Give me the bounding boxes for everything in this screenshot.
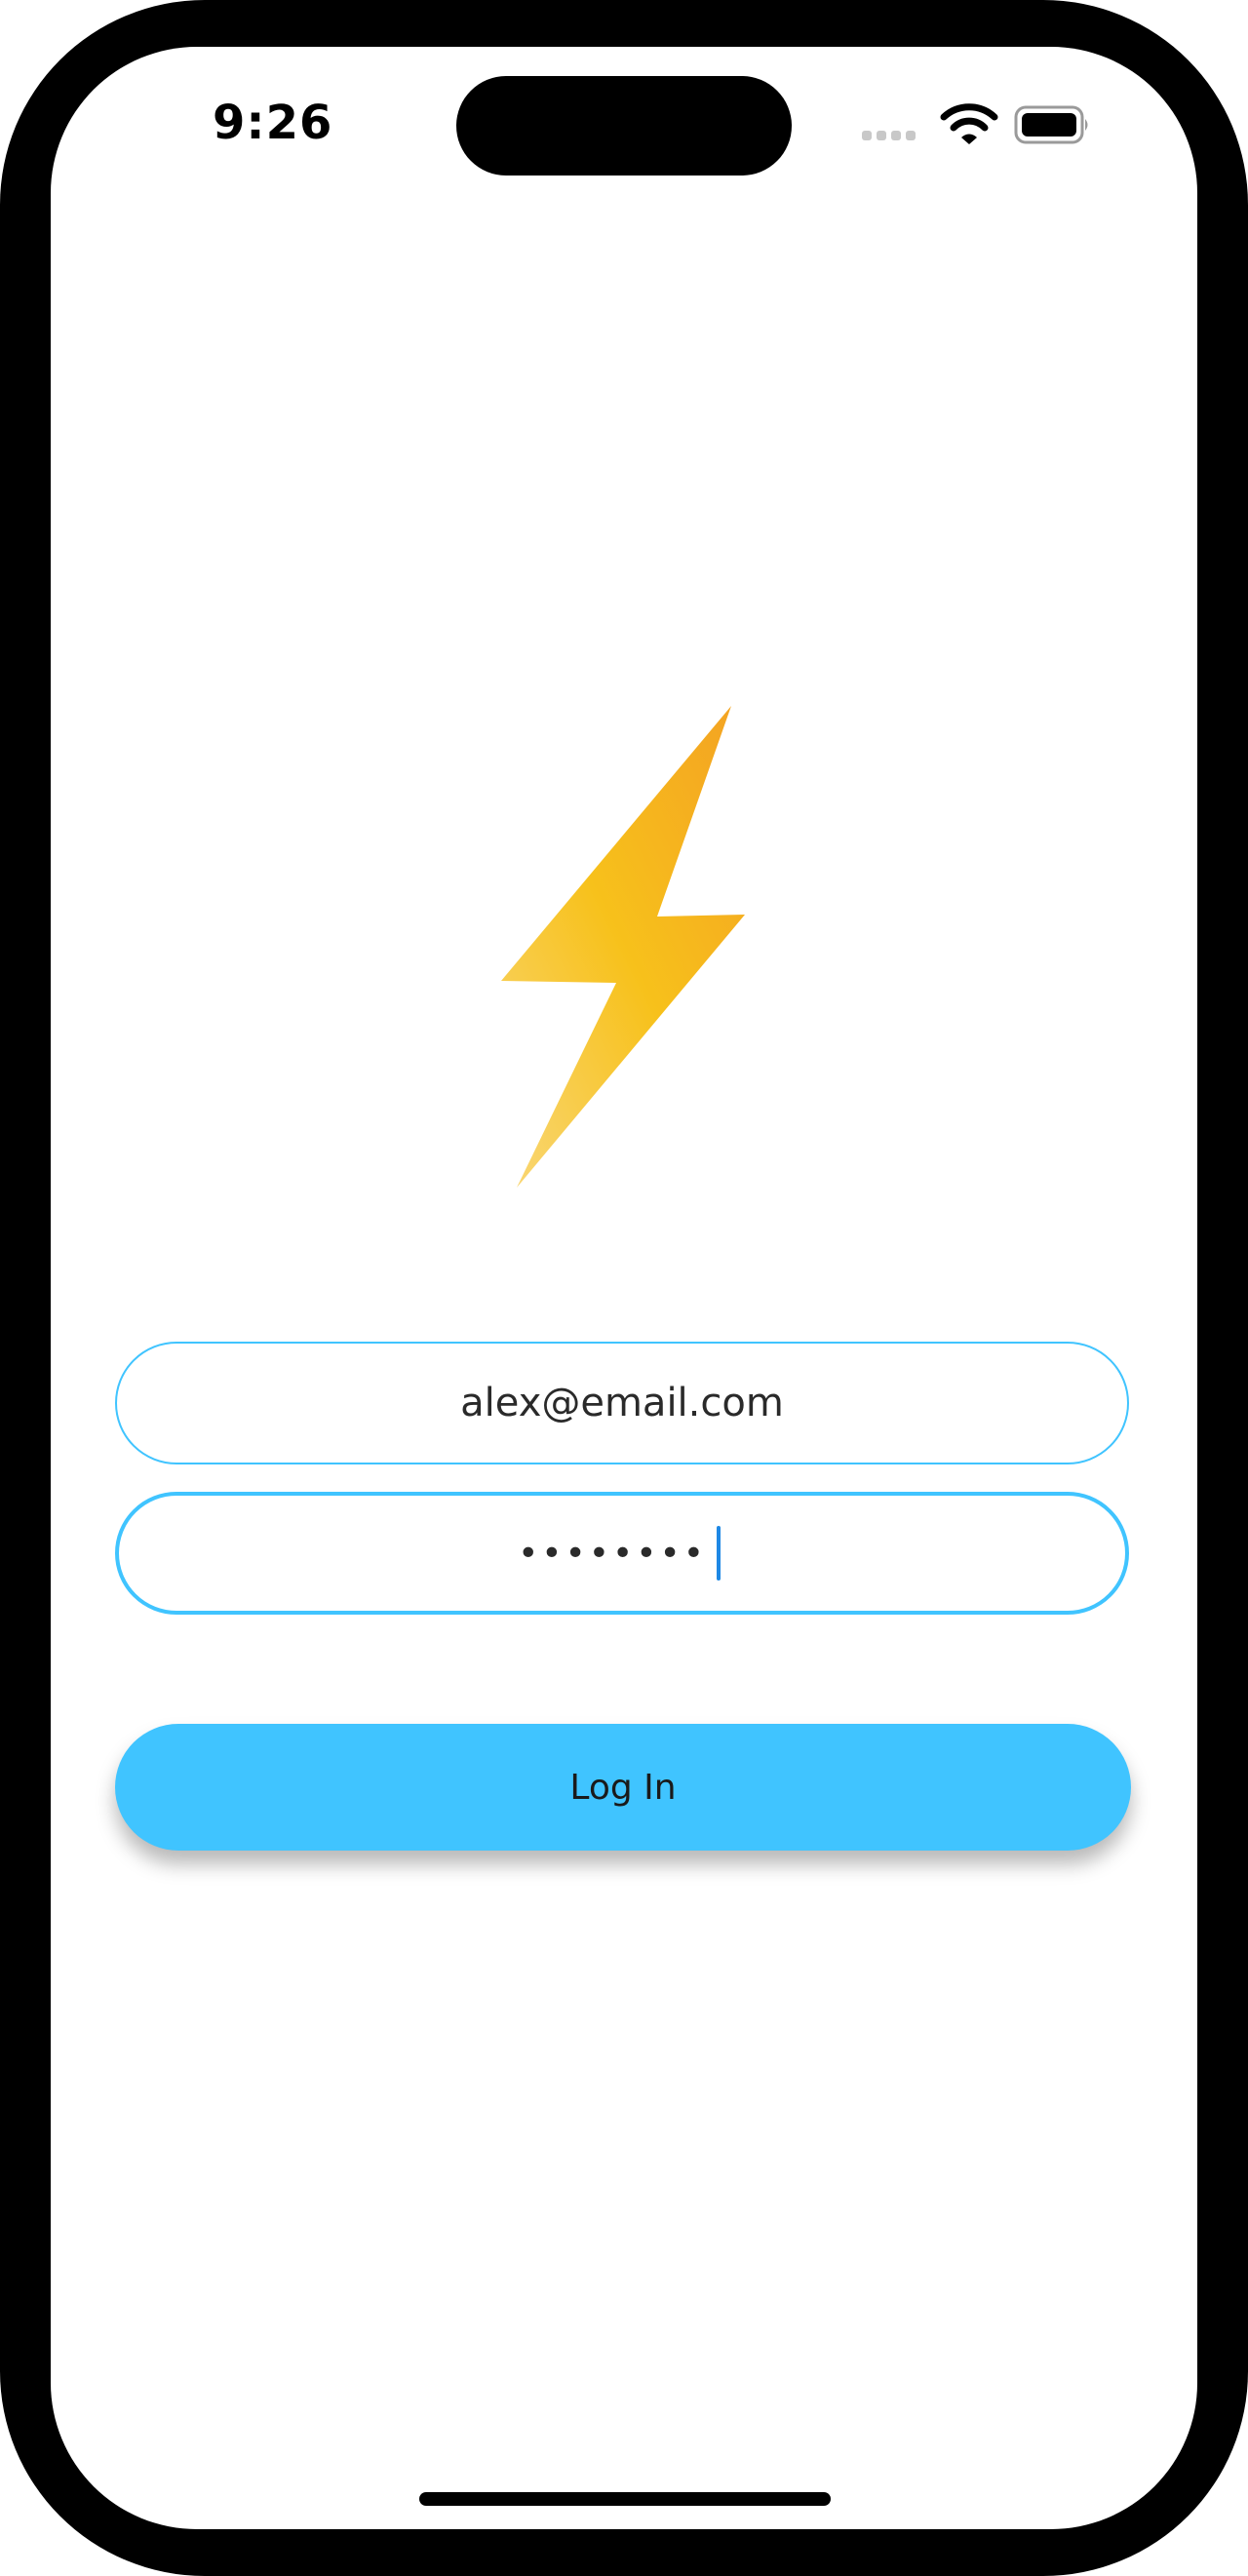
wifi-icon xyxy=(940,103,998,144)
email-field[interactable]: alex@email.com xyxy=(115,1342,1129,1464)
home-indicator[interactable] xyxy=(419,2492,831,2506)
battery-icon xyxy=(1014,105,1088,144)
cellular-signal-icon xyxy=(862,131,916,140)
text-caret xyxy=(716,1526,721,1581)
lightning-bolt-icon xyxy=(501,706,745,1188)
dynamic-island xyxy=(456,76,792,176)
status-time: 9:26 xyxy=(213,96,333,150)
password-value: •••••••• xyxy=(518,1533,707,1574)
login-button[interactable]: Log In xyxy=(115,1724,1131,1851)
password-field[interactable]: •••••••• xyxy=(115,1492,1129,1615)
screen: 9:26 alex@email.com •••••••• Log In xyxy=(51,47,1197,2529)
email-value: alex@email.com xyxy=(460,1381,784,1425)
phone-frame: 9:26 alex@email.com •••••••• Log In xyxy=(0,0,1248,2576)
